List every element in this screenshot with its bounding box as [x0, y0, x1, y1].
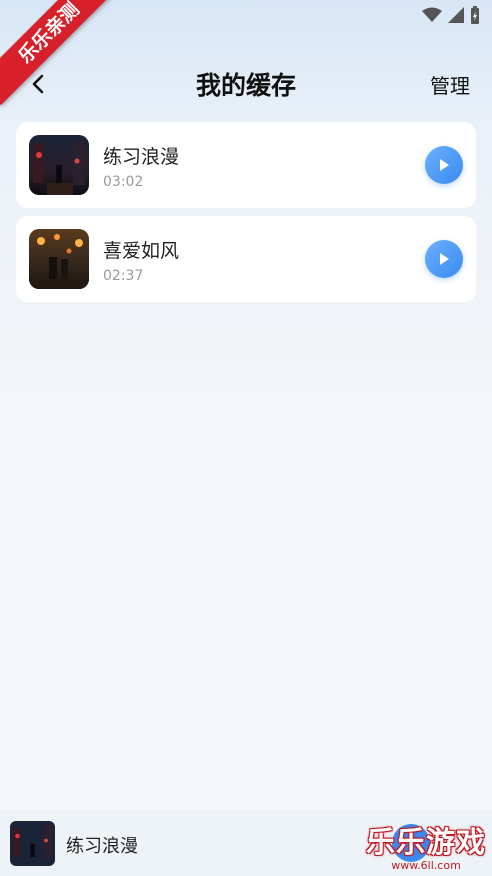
signal-icon [448, 7, 464, 23]
player-song-title: 练习浪漫 [66, 836, 138, 857]
song-title: 练习浪漫 [103, 146, 180, 168]
play-button[interactable] [425, 240, 463, 278]
cache-list: 练习浪漫 03:02 喜爱如风 02:37 [16, 122, 476, 310]
wifi-icon [422, 7, 442, 22]
battery-icon [471, 6, 479, 24]
song-duration: 02:37 [103, 268, 144, 284]
player-cover [10, 821, 55, 866]
manage-button[interactable]: 管理 [430, 70, 470, 99]
song-title: 喜爱如风 [103, 240, 180, 262]
nav-bar: 我的缓存 管理 [0, 58, 492, 110]
watermark: 乐乐游戏 www.6ll.com [366, 819, 486, 872]
song-duration: 03:02 [103, 174, 144, 190]
album-cover [29, 135, 89, 195]
play-button[interactable] [425, 146, 463, 184]
play-icon [440, 159, 449, 171]
list-item[interactable]: 喜爱如风 02:37 [16, 216, 476, 302]
list-item[interactable]: 练习浪漫 03:02 [16, 122, 476, 208]
play-icon [440, 253, 449, 265]
page-title: 我的缓存 [195, 71, 296, 100]
album-cover [29, 229, 89, 289]
watermark-main: 乐乐游戏 [365, 825, 486, 859]
